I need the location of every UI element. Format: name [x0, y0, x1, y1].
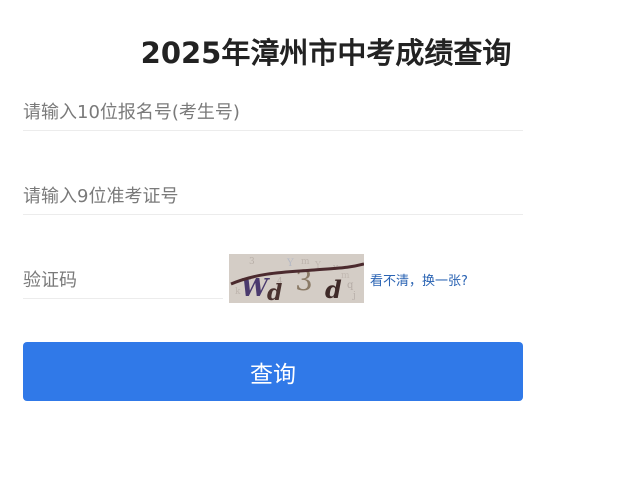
captcha-input[interactable]	[23, 262, 223, 299]
svg-text:j: j	[352, 291, 356, 301]
admission-ticket-input[interactable]	[23, 178, 523, 215]
svg-text:q: q	[347, 280, 354, 291]
svg-text:d: d	[325, 275, 342, 303]
captcha-graphic: 3 Y m Y v 4 m q k j W d 3 d	[229, 254, 364, 303]
refresh-captcha-link[interactable]: 看不清，换一张?	[370, 270, 468, 289]
captcha-image[interactable]: 3 Y m Y v 4 m q k j W d 3 d	[229, 254, 364, 303]
registration-number-input[interactable]	[23, 94, 523, 131]
page-title: 2025年漳州市中考成绩查询	[140, 36, 512, 70]
svg-text:3: 3	[249, 257, 255, 267]
svg-text:Y: Y	[286, 258, 294, 269]
query-page: 2025年漳州市中考成绩查询 3 Y m Y v 4 m q k j W d 3…	[0, 0, 629, 487]
svg-text:d: d	[267, 280, 282, 303]
query-button[interactable]: 查询	[23, 342, 523, 401]
